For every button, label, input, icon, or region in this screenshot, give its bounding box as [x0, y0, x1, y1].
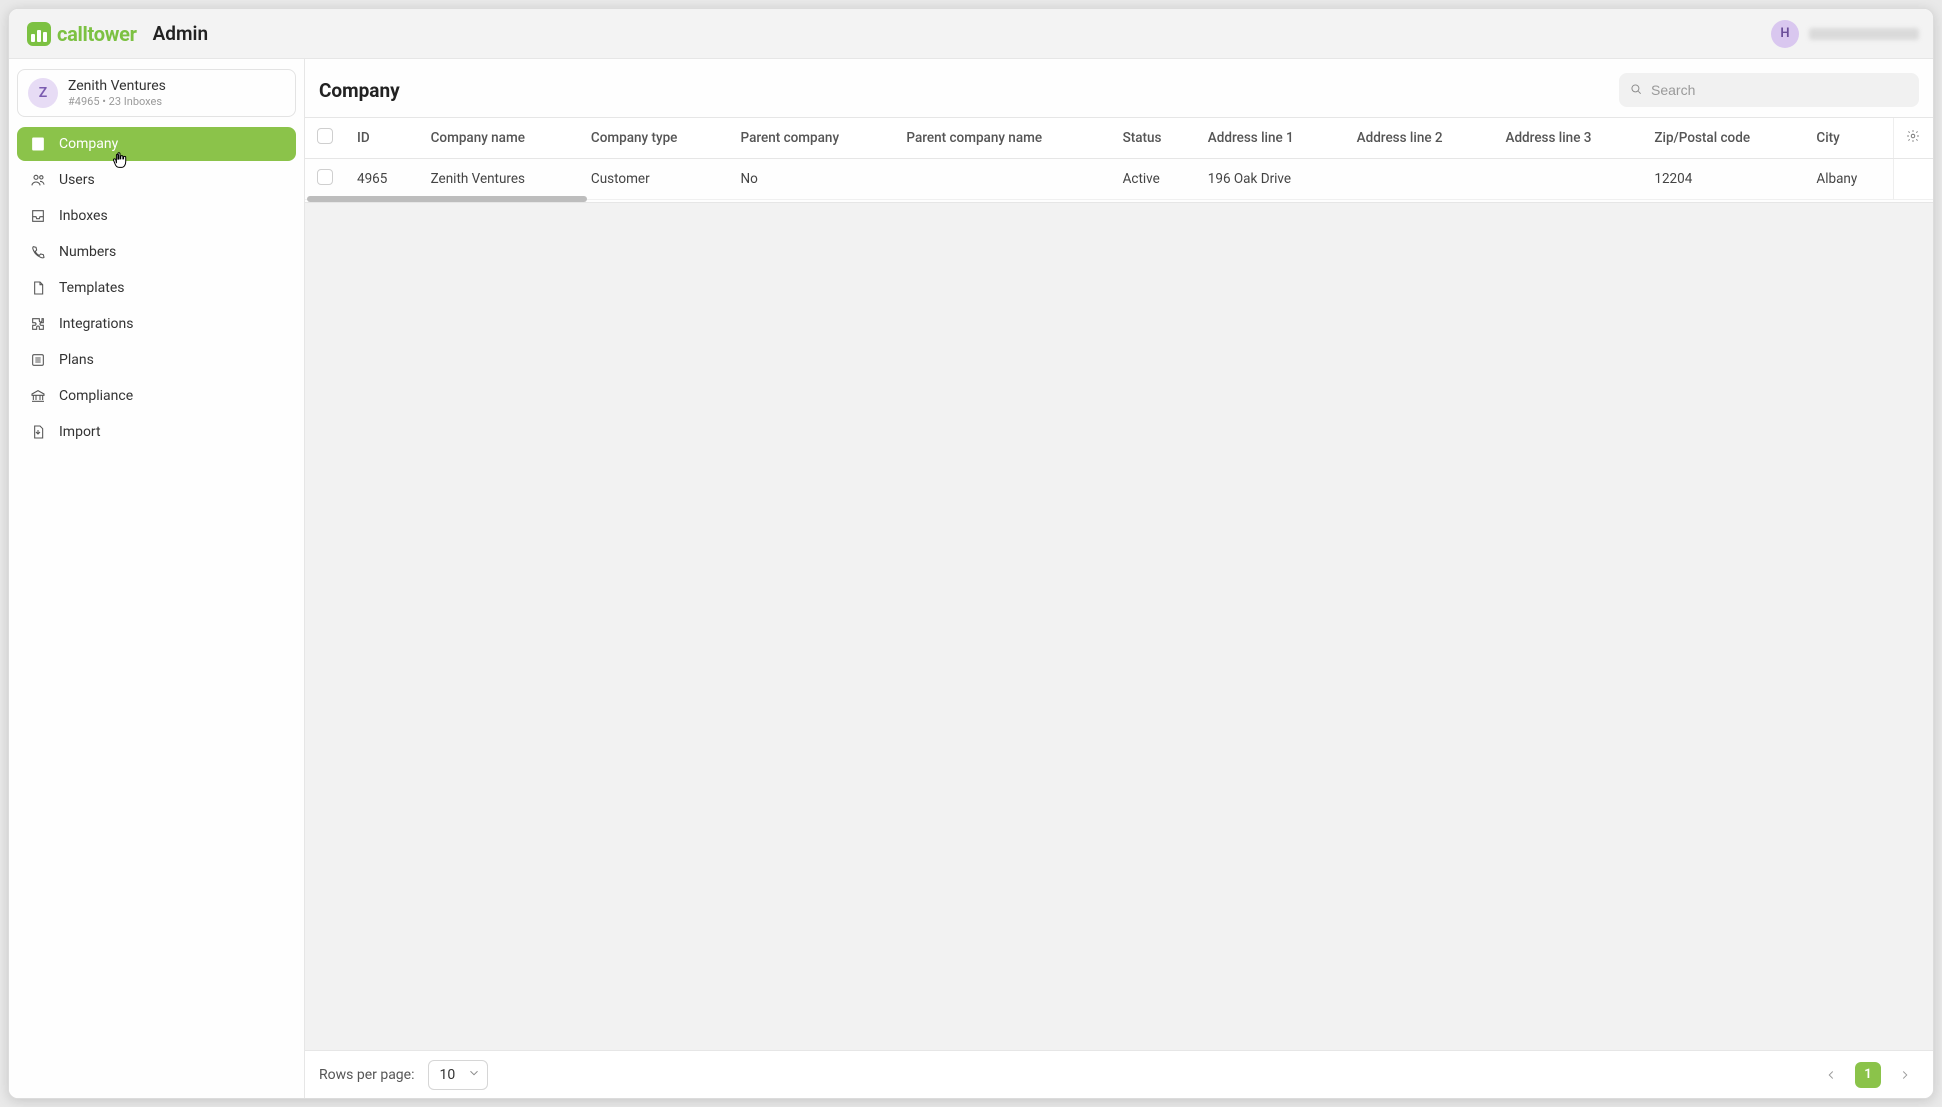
search-input[interactable] — [1651, 82, 1909, 98]
select-all-checkbox[interactable] — [317, 128, 333, 144]
horizontal-scrollbar[interactable] — [305, 196, 1933, 202]
sidebar-item-inboxes[interactable]: Inboxes — [17, 199, 296, 233]
row-checkbox[interactable] — [317, 169, 333, 185]
sidebar-item-numbers[interactable]: Numbers — [17, 235, 296, 269]
cell-parent-company: No — [729, 159, 895, 200]
users-icon — [29, 171, 47, 189]
next-page-button[interactable] — [1891, 1061, 1919, 1089]
sidebar-item-label: Import — [59, 424, 101, 440]
brand-icon — [27, 22, 51, 46]
brand-text: calltower — [57, 22, 137, 46]
cell-company-name: Zenith Ventures — [419, 159, 579, 200]
search-icon — [1629, 81, 1643, 100]
user-name[interactable] — [1809, 28, 1919, 40]
cell-address1: 196 Oak Drive — [1196, 159, 1345, 200]
col-zip[interactable]: Zip/Postal code — [1642, 118, 1804, 159]
sidebar-item-label: Compliance — [59, 388, 133, 404]
phone-icon — [29, 243, 47, 261]
cell-parent-company-name — [894, 159, 1110, 200]
sidebar-item-templates[interactable]: Templates — [17, 271, 296, 305]
app-header: calltower Admin H — [9, 9, 1933, 59]
company-avatar: Z — [28, 78, 58, 108]
user-avatar[interactable]: H — [1771, 20, 1799, 48]
col-parent-company[interactable]: Parent company — [729, 118, 895, 159]
sidebar-item-compliance[interactable]: Compliance — [17, 379, 296, 413]
cell-city: Albany — [1804, 159, 1893, 200]
building-icon — [29, 135, 47, 153]
column-settings[interactable] — [1893, 118, 1933, 159]
table-row[interactable]: 4965 Zenith Ventures Customer No Active … — [305, 159, 1933, 200]
table-footer: Rows per page: 10 1 — [305, 1050, 1933, 1098]
cell-company-type: Customer — [579, 159, 729, 200]
current-page[interactable]: 1 — [1855, 1062, 1881, 1088]
col-address2[interactable]: Address line 2 — [1345, 118, 1494, 159]
col-parent-company-name[interactable]: Parent company name — [894, 118, 1110, 159]
list-icon — [29, 351, 47, 369]
company-card[interactable]: Z Zenith Ventures #4965 • 23 Inboxes — [17, 69, 296, 117]
col-address1[interactable]: Address line 1 — [1196, 118, 1345, 159]
sidebar-item-label: Inboxes — [59, 208, 108, 224]
sidebar-item-label: Users — [59, 172, 95, 188]
page-title: Company — [319, 79, 400, 102]
pager: 1 — [1817, 1061, 1919, 1089]
prev-page-button[interactable] — [1817, 1061, 1845, 1089]
inbox-icon — [29, 207, 47, 225]
brand[interactable]: calltower — [27, 22, 137, 46]
sidebar: Z Zenith Ventures #4965 • 23 Inboxes Com… — [9, 59, 305, 1098]
col-address3[interactable]: Address line 3 — [1494, 118, 1643, 159]
cell-address3 — [1494, 159, 1643, 200]
company-name: Zenith Ventures — [68, 78, 166, 95]
sidebar-item-label: Templates — [59, 280, 125, 296]
company-table[interactable]: ID Company name Company type Parent comp… — [305, 117, 1933, 203]
sidebar-nav: Company Users Inboxes — [17, 127, 296, 449]
rows-per-page-label: Rows per page: — [319, 1067, 414, 1083]
company-subline: #4965 • 23 Inboxes — [68, 95, 166, 108]
empty-area — [305, 203, 1933, 1050]
import-icon — [29, 423, 47, 441]
col-city[interactable]: City — [1804, 118, 1893, 159]
sidebar-item-label: Integrations — [59, 316, 133, 332]
sidebar-item-label: Plans — [59, 352, 94, 368]
file-icon — [29, 279, 47, 297]
header-title: Admin — [153, 22, 208, 45]
col-id[interactable]: ID — [345, 118, 419, 159]
search-field[interactable] — [1619, 73, 1919, 107]
col-status[interactable]: Status — [1111, 118, 1196, 159]
cell-zip: 12204 — [1642, 159, 1804, 200]
puzzle-icon — [29, 315, 47, 333]
cell-status: Active — [1111, 159, 1196, 200]
sidebar-item-plans[interactable]: Plans — [17, 343, 296, 377]
rows-per-page-value: 10 — [439, 1067, 455, 1083]
bank-icon — [29, 387, 47, 405]
sidebar-item-label: Company — [59, 136, 118, 152]
sidebar-item-label: Numbers — [59, 244, 116, 260]
sidebar-item-import[interactable]: Import — [17, 415, 296, 449]
chevron-down-icon — [467, 1066, 481, 1084]
sidebar-item-users[interactable]: Users — [17, 163, 296, 197]
sidebar-item-integrations[interactable]: Integrations — [17, 307, 296, 341]
col-company-type[interactable]: Company type — [579, 118, 729, 159]
col-company-name[interactable]: Company name — [419, 118, 579, 159]
rows-per-page-select[interactable]: 10 — [428, 1060, 488, 1090]
cell-address2 — [1345, 159, 1494, 200]
main: Company ID Company name — [305, 59, 1933, 1098]
cell-id: 4965 — [345, 159, 419, 200]
sidebar-item-company[interactable]: Company — [17, 127, 296, 161]
